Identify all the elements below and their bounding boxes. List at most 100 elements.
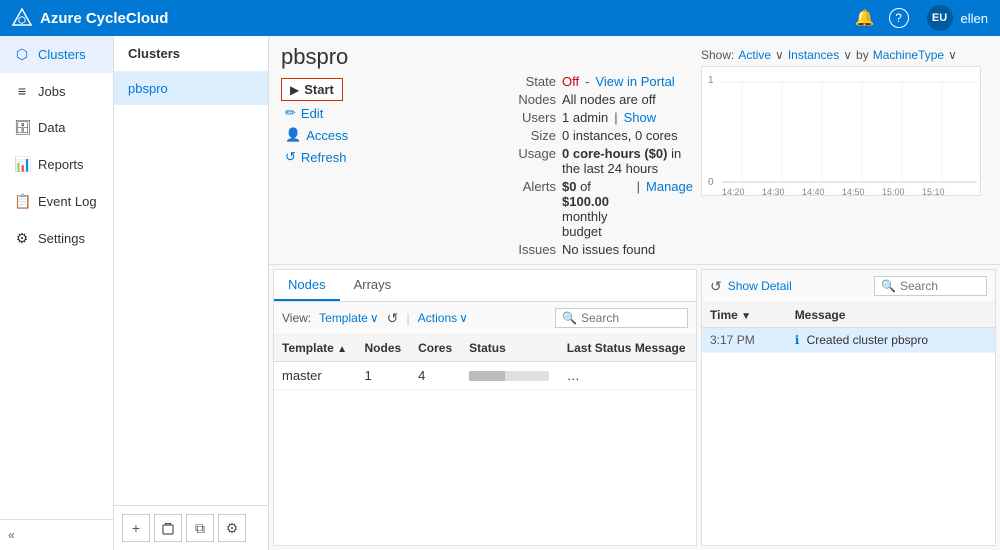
reports-icon: 📊 bbox=[14, 156, 30, 173]
show-users-link[interactable]: Show bbox=[624, 110, 657, 125]
cluster-info: State Off - View in Portal Nodes All nod… bbox=[501, 44, 693, 260]
event-refresh-icon[interactable]: ↺ bbox=[710, 278, 722, 295]
access-icon: 👤 bbox=[285, 127, 301, 143]
col-status[interactable]: Status bbox=[461, 335, 559, 362]
view-value: Template bbox=[319, 311, 368, 325]
manage-budget-link[interactable]: Manage bbox=[646, 179, 693, 239]
chart-svg: 1 0 14:20 14:30 14:40 14:50 15:00 15:10 bbox=[701, 66, 981, 196]
copy-cluster-button[interactable]: ⧉ bbox=[186, 514, 214, 542]
sidebar-item-clusters[interactable]: ⬡ Clusters bbox=[0, 36, 113, 73]
event-table-body: 3:17 PM ℹ Created cluster pbspro bbox=[702, 328, 995, 353]
sidebar-label-reports: Reports bbox=[38, 157, 84, 172]
refresh-button[interactable]: ↺ Refresh bbox=[281, 147, 501, 167]
sidebar-nav: ⬡ Clusters ≡ Jobs 🗄 Data 📊 Reports 📋 Eve… bbox=[0, 36, 113, 519]
chart-dropdown-icon2: ∨ bbox=[843, 48, 852, 62]
cluster-header: pbspro ▶ Start ✏ Edit 👤 Access bbox=[269, 36, 1000, 265]
cluster-list-item-pbspro[interactable]: pbspro bbox=[114, 72, 268, 105]
show-detail-link[interactable]: Show Detail bbox=[728, 279, 792, 293]
svg-text:14:40: 14:40 bbox=[802, 187, 825, 196]
sidebar-item-reports[interactable]: 📊 Reports bbox=[0, 146, 113, 183]
event-info-icon: ℹ bbox=[795, 333, 800, 347]
alerts-row: Alerts $0 of $100.00 monthly budget | Ma… bbox=[501, 179, 693, 239]
cluster-settings-button[interactable]: ⚙ bbox=[218, 514, 246, 542]
issues-row: Issues No issues found bbox=[501, 242, 693, 257]
usage-row: Usage 0 core-hours ($0) in the last 24 h… bbox=[501, 146, 693, 176]
add-cluster-button[interactable]: + bbox=[122, 514, 150, 542]
event-search-icon: 🔍 bbox=[881, 279, 896, 293]
content-body: Nodes Arrays View: Template ∨ ↺ | Action… bbox=[269, 265, 1000, 550]
start-button[interactable]: ▶ Start bbox=[281, 78, 343, 101]
trash-icon bbox=[162, 522, 174, 535]
edit-icon: ✏ bbox=[285, 105, 296, 121]
status-bar-fill bbox=[469, 371, 505, 381]
notification-icon[interactable]: 🔔 bbox=[855, 8, 875, 28]
jobs-icon: ≡ bbox=[14, 83, 30, 99]
nodes-search-box: 🔍 bbox=[555, 308, 688, 328]
svg-text:1: 1 bbox=[708, 75, 714, 86]
event-row[interactable]: 3:17 PM ℹ Created cluster pbspro bbox=[702, 328, 995, 353]
view-template-dropdown[interactable]: Template ∨ bbox=[319, 311, 379, 325]
actions-dropdown[interactable]: Actions ∨ bbox=[418, 311, 468, 325]
event-toolbar: ↺ Show Detail 🔍 bbox=[702, 270, 995, 303]
tab-nodes[interactable]: Nodes bbox=[274, 270, 340, 301]
search-icon: 🔍 bbox=[562, 311, 577, 325]
event-message-text: Created cluster pbspro bbox=[807, 333, 928, 347]
col-nodes[interactable]: Nodes bbox=[357, 335, 411, 362]
cell-last-status: … bbox=[559, 362, 696, 390]
nodes-refresh-icon[interactable]: ↺ bbox=[387, 310, 399, 327]
chart-filter-instances[interactable]: Instances bbox=[788, 48, 839, 62]
nodes-search-input[interactable] bbox=[581, 311, 681, 325]
header-icons: 🔔 ? EU ellen bbox=[855, 5, 988, 31]
username-label: ellen bbox=[961, 11, 988, 26]
chart-filter-active[interactable]: Active bbox=[738, 48, 771, 62]
actions-label: Actions bbox=[418, 311, 457, 325]
table-row[interactable]: master 1 4 … bbox=[274, 362, 696, 390]
chart-dropdown-icon1: ∨ bbox=[775, 48, 784, 62]
delete-cluster-button[interactable] bbox=[154, 514, 182, 542]
nodes-table-header-row: Template ▲ Nodes Cores Status Last Statu… bbox=[274, 335, 696, 362]
cell-status bbox=[461, 362, 559, 390]
event-search-input[interactable] bbox=[900, 279, 980, 293]
view-label: View: bbox=[282, 311, 311, 325]
main-layout: ⬡ Clusters ≡ Jobs 🗄 Data 📊 Reports 📋 Eve… bbox=[0, 36, 1000, 550]
sidebar-item-event-log[interactable]: 📋 Event Log bbox=[0, 183, 113, 220]
sidebar-item-settings[interactable]: ⚙ Settings bbox=[0, 220, 113, 257]
sidebar-item-jobs[interactable]: ≡ Jobs bbox=[0, 73, 113, 109]
chart-show-label: Show: bbox=[701, 48, 734, 62]
col-message[interactable]: Message bbox=[787, 303, 995, 328]
event-table: Time ▼ Message 3:17 PM ℹ Created cluster… bbox=[702, 303, 995, 353]
edit-label: Edit bbox=[301, 106, 323, 121]
col-template[interactable]: Template ▲ bbox=[274, 335, 357, 362]
collapse-button[interactable]: « bbox=[8, 528, 15, 542]
user-section[interactable]: EU ellen bbox=[923, 5, 988, 31]
nodes-tabs: Nodes Arrays bbox=[274, 270, 696, 302]
issues-label: Issues bbox=[501, 242, 556, 257]
col-cores[interactable]: Cores bbox=[410, 335, 461, 362]
event-message: ℹ Created cluster pbspro bbox=[787, 328, 995, 353]
svg-text:14:20: 14:20 bbox=[722, 187, 745, 196]
view-portal-link[interactable]: View in Portal bbox=[595, 74, 674, 89]
col-last-status[interactable]: Last Status Message bbox=[559, 335, 696, 362]
alerts-label: Alerts bbox=[501, 179, 556, 239]
content-area: pbspro ▶ Start ✏ Edit 👤 Access bbox=[269, 36, 1000, 550]
sidebar-label-clusters: Clusters bbox=[38, 47, 86, 62]
view-dropdown-icon: ∨ bbox=[370, 311, 379, 325]
access-button[interactable]: 👤 Access bbox=[281, 125, 501, 145]
chart-dropdown-icon3: ∨ bbox=[948, 48, 957, 62]
chart-filter-machinetype[interactable]: MachineType bbox=[873, 48, 944, 62]
col-time[interactable]: Time ▼ bbox=[702, 303, 787, 328]
sort-template-icon: ▲ bbox=[337, 344, 347, 355]
event-panel: ↺ Show Detail 🔍 Time ▼ Message bbox=[701, 269, 996, 546]
sidebar-item-data[interactable]: 🗄 Data bbox=[0, 109, 113, 146]
nodes-table-head: Template ▲ Nodes Cores Status Last Statu… bbox=[274, 335, 696, 362]
edit-button[interactable]: ✏ Edit bbox=[281, 103, 501, 123]
help-icon[interactable]: ? bbox=[889, 8, 909, 28]
clusters-icon: ⬡ bbox=[14, 46, 30, 63]
sidebar-label-event-log: Event Log bbox=[38, 194, 97, 209]
tab-arrays[interactable]: Arrays bbox=[340, 270, 406, 301]
data-icon: 🗄 bbox=[14, 119, 30, 136]
event-header-row: Time ▼ Message bbox=[702, 303, 995, 328]
sidebar-label-settings: Settings bbox=[38, 231, 85, 246]
cell-nodes: 1 bbox=[357, 362, 411, 390]
status-bar bbox=[469, 371, 549, 381]
